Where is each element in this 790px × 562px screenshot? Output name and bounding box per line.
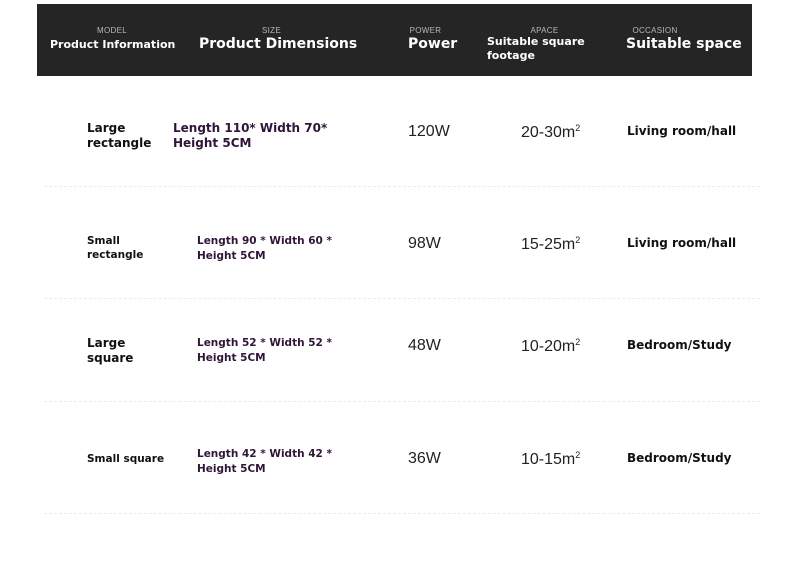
model-cell: Small square [87,453,165,465]
header-model-small: MODEL [97,26,127,35]
size-cell: Length 90 * Width 60 * Height 5CM [197,235,332,262]
area-unit-sup: 2 [575,123,581,133]
size-cell: Length 110* Width 70* Height 5CM [173,121,328,150]
area-cell: 15-25m2 [521,235,580,254]
row-divider [44,298,760,299]
table-row: Large square Length 52 * Width 52 * Heig… [0,300,790,403]
row-divider [44,513,760,514]
model-cell: Small rectangle [87,235,144,261]
table-row: Small rectangle Length 90 * Width 60 * H… [0,188,790,300]
header-col-size: SIZE Product Dimensions [199,4,357,76]
header-col-space: OCCASION Suitable space [626,4,742,76]
area-value: 20-30m [521,124,576,141]
power-cell: 48W [408,337,441,354]
row-divider [44,186,760,187]
area-cell: 20-30m2 [521,123,580,142]
table-row: Small square Length 42 * Width 42 * Heig… [0,401,790,514]
space-cell: Bedroom/Study [627,338,732,352]
model-cell: Large rectangle [87,121,152,150]
header-space-small: OCCASION [632,26,678,35]
area-value: 10-15m [521,451,576,468]
space-cell: Living room/hall [627,236,737,250]
space-cell: Living room/hall [627,124,737,138]
header-size-title: Product Dimensions [199,36,358,52]
header-col-model: MODEL Product Information [50,4,176,76]
size-cell: Length 42 * Width 42 * Height 5CM [197,448,332,475]
table-header: MODEL Product Information SIZE Product D… [37,4,752,76]
area-unit-sup: 2 [575,337,581,347]
space-cell: Bedroom/Study [627,451,732,465]
header-model-title: Product Information [50,38,176,51]
header-area-small: APACE [530,26,559,35]
header-size-small: SIZE [262,26,281,35]
area-unit-sup: 2 [575,450,581,460]
area-value: 10-20m [521,338,576,355]
header-power-small: POWER [409,26,442,35]
header-col-area: APACE Suitable square footage [487,4,602,76]
size-cell: Length 52 * Width 52 * Height 5CM [197,337,332,364]
power-cell: 36W [408,450,441,467]
header-power-title: Power [408,36,458,52]
power-cell: 120W [408,123,450,140]
area-cell: 10-20m2 [521,337,580,356]
power-cell: 98W [408,235,441,252]
table-row: Large rectangle Length 110* Width 70* He… [0,76,790,188]
header-area-title: Suitable square footage [487,35,585,62]
area-unit-sup: 2 [575,235,581,245]
header-space-title: Suitable space [626,36,742,52]
area-cell: 10-15m2 [521,450,580,469]
header-col-power: POWER Power [408,4,457,76]
area-value: 15-25m [521,236,576,253]
model-cell: Large square [87,336,134,365]
